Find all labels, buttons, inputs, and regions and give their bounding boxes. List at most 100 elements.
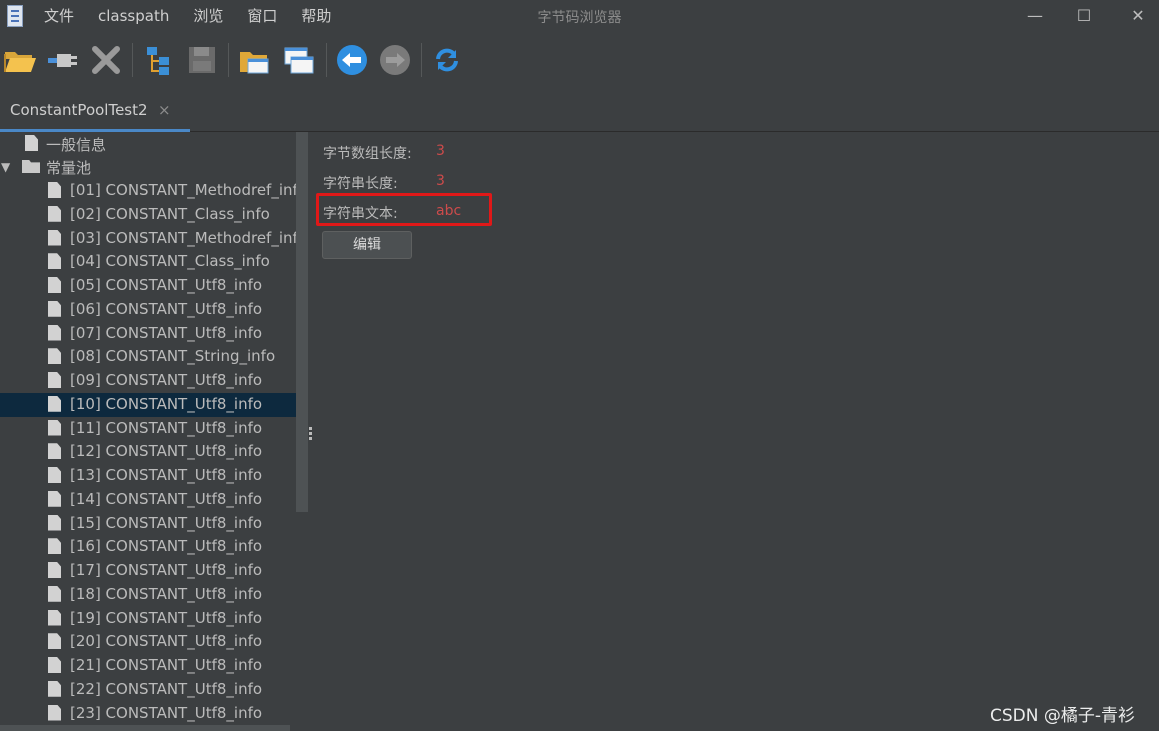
tree-item-label: [18] CONSTANT_Utf8_info [70,584,263,603]
tree-item-label: 常量池 [46,159,92,177]
file-icon [25,135,38,151]
file-icon [48,562,61,578]
toolbar-separator [228,43,229,77]
file-icon [48,372,61,388]
tree-item-label: [08] CONSTANT_String_info [70,347,276,366]
file-icon [48,348,61,365]
tree-item-constant[interactable]: [13] CONSTANT_Utf8_info [0,464,296,488]
tree-item-constant[interactable]: [18] CONSTANT_Utf8_info [0,583,296,607]
tree-item-constant[interactable]: [23] CONSTANT_Utf8_info [0,702,296,726]
details-panel: 字节数组长度: 3 字符串长度: 3 字符串文本: abc 编辑 [313,132,1159,731]
tree-item-label: [03] CONSTANT_Methodref_inf [70,228,296,247]
window-icon[interactable] [280,42,316,78]
tab-label: ConstantPoolTest2 [10,101,148,119]
refresh-icon[interactable] [429,42,465,78]
maximize-button[interactable]: ☐ [1072,4,1096,28]
string-text-value: abc [436,203,462,219]
close-window-button[interactable]: ✕ [1126,4,1150,28]
tree-item-constant[interactable]: [10] CONSTANT_Utf8_info [0,392,296,417]
tree-item-constant[interactable]: [03] CONSTANT_Methodref_inf [0,227,296,251]
file-icon [48,253,61,270]
tree-item-constant[interactable]: [16] CONSTANT_Utf8_info [0,535,296,559]
file-icon [48,680,61,697]
tree-item-label: 一般信息 [46,136,107,154]
toolbar [0,33,1159,89]
tree-item-label: [21] CONSTANT_Utf8_info [70,656,263,674]
open-folder-multi-icon[interactable] [236,42,272,78]
tree-item-constant[interactable]: [21] CONSTANT_Utf8_info [0,654,296,678]
file-icon [48,467,61,483]
tree-item-constant[interactable]: [17] CONSTANT_Utf8_info [0,559,296,583]
tree-item-constant[interactable]: [11] CONSTANT_Utf8_info [0,417,296,441]
file-icon [48,205,61,222]
tree-item-label: [17] CONSTANT_Utf8_info [70,561,263,579]
toolbar-separator [326,43,327,77]
tree-item-constant[interactable]: [20] CONSTANT_Utf8_info [0,630,296,654]
tree-item-constant[interactable]: [14] CONSTANT_Utf8_info [0,488,296,512]
tree-horizontal-scrollbar[interactable] [0,725,290,731]
tree-item-constant[interactable]: [05] CONSTANT_Utf8_info [0,274,296,298]
tree-item-label: [09] CONSTANT_Utf8_info [70,371,263,389]
tab-close-icon[interactable]: × [158,101,171,119]
tree-item-constant[interactable]: [09] CONSTANT_Utf8_info [0,369,296,393]
file-icon [48,324,61,341]
file-icon [48,229,61,246]
tree-item-label: [06] CONSTANT_Utf8_info [70,299,263,318]
file-icon [48,300,61,317]
tree-item-label: [04] CONSTANT_Class_info [70,252,270,271]
tree-item-constant[interactable]: [15] CONSTANT_Utf8_info [0,512,296,536]
file-icon [48,657,61,673]
tree-item-constant[interactable]: [22] CONSTANT_Utf8_info [0,678,296,702]
back-arrow-icon[interactable] [334,42,370,78]
tab-bar: ConstantPoolTest2 × [0,89,1159,132]
tree-item-label: [05] CONSTANT_Utf8_info [70,276,263,294]
tree-item-constant[interactable]: [07] CONSTANT_Utf8_info [0,322,296,346]
tree-item-label: [01] CONSTANT_Methodref_inf [70,181,296,199]
close-x-icon[interactable] [88,42,124,78]
file-icon [48,609,61,626]
file-icon [48,514,61,531]
tree-scrollbar-thumb[interactable] [296,132,308,512]
save-disk-icon[interactable] [184,42,220,78]
tree-item-label: [10] CONSTANT_Utf8_info [70,394,263,413]
file-icon [48,419,61,436]
tree-item-label: [11] CONSTANT_Utf8_info [70,418,263,437]
tree-item-label: [16] CONSTANT_Utf8_info [70,537,263,556]
tree-item-constant[interactable]: [01] CONSTANT_Methodref_inf [0,179,296,203]
minimize-button[interactable]: — [1023,4,1047,28]
byte-length-label: 字节数组长度: [323,146,412,162]
byte-length-value: 3 [436,143,445,159]
tab-constantpooltest2[interactable]: ConstantPoolTest2 × [0,89,190,132]
tree-item-general-info[interactable]: 一般信息 [0,132,296,156]
class-structure-tree: 一般信息 ▼ 常量池 [01] CONSTANT_Methodref_inf [0… [0,132,296,731]
tree-item-constant[interactable]: [08] CONSTANT_String_info [0,345,296,369]
tree-item-label: [22] CONSTANT_Utf8_info [70,679,263,698]
tree-item-label: [15] CONSTANT_Utf8_info [70,513,263,532]
tree-item-constant[interactable]: [19] CONSTANT_Utf8_info [0,607,296,631]
tree-item-constant[interactable]: [12] CONSTANT_Utf8_info [0,440,296,464]
window-title: 字节码浏览器 [537,10,622,26]
title-bar: 文件 classpath 浏览 窗口 帮助 字节码浏览器 — ☐ ✕ [0,0,1159,33]
tree-item-constant[interactable]: [06] CONSTANT_Utf8_info [0,298,296,322]
tree-item-label: [23] CONSTANT_Utf8_info [70,703,263,722]
folder-icon [22,160,40,173]
forward-arrow-icon[interactable] [377,42,413,78]
expand-arrow-icon[interactable]: ▼ [1,160,10,174]
file-icon [48,633,61,650]
open-folder-icon[interactable] [2,42,38,78]
file-icon [48,704,61,721]
file-icon [48,395,61,412]
tree-item-label: [02] CONSTANT_Class_info [70,204,270,223]
file-icon [48,443,61,460]
tree-item-constant-pool[interactable]: ▼ 常量池 [0,155,296,179]
toolbar-separator [132,43,133,77]
tree-item-constant[interactable]: [02] CONSTANT_Class_info [0,203,296,227]
tree-item-constant[interactable]: [04] CONSTANT_Class_info [0,250,296,274]
file-icon [48,585,61,602]
tree-item-label: [07] CONSTANT_Utf8_info [70,323,263,342]
connect-plug-icon[interactable] [45,42,81,78]
file-icon [48,277,61,293]
tree-structure-icon[interactable] [141,42,177,78]
edit-button[interactable]: 编辑 [322,231,412,259]
toolbar-separator [421,43,422,77]
